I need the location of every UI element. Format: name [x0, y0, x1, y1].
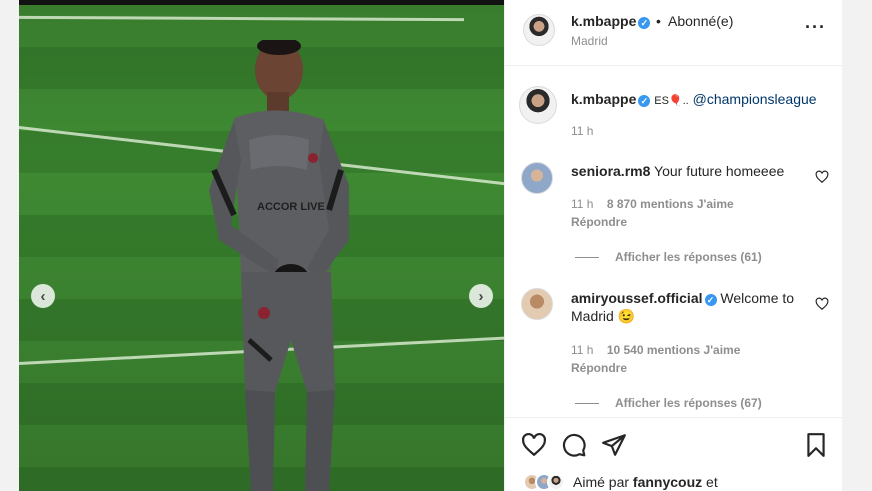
player-photo: ACCOR LIVE [209, 40, 349, 491]
post-header: k.mbappe ✓ • Abonné(e) Madrid ··· [505, 0, 842, 66]
view-replies-button[interactable]: Afficher les réponses (67) [575, 396, 762, 410]
comment-like-heart-icon[interactable] [815, 297, 829, 311]
separator-dot: • [656, 13, 661, 29]
previous-image-button[interactable]: ‹ [31, 284, 55, 308]
liker-avatar[interactable] [547, 473, 565, 491]
author-avatar[interactable] [523, 14, 555, 46]
comment-likes-count[interactable]: 8 870 mentions J'aime [607, 197, 734, 211]
comment-avatar[interactable] [521, 288, 553, 320]
caption-time: 11 h [571, 124, 594, 138]
comment-text: amiryoussef.official ✓ Welcome to Madrid … [571, 289, 811, 325]
comment-author[interactable]: seniora.rm8 [571, 163, 650, 179]
comment-text: seniora.rm8 Your future homeeee [571, 162, 811, 180]
follow-status-button[interactable]: Abonné(e) [668, 13, 733, 29]
replies-divider [575, 257, 599, 259]
verified-badge-icon: ✓ [704, 294, 717, 306]
view-replies-button[interactable]: Afficher les réponses (61) [575, 250, 762, 264]
comment-bubble-icon[interactable] [561, 432, 587, 458]
comment-author[interactable]: amiryoussef.official ✓ [571, 290, 717, 306]
comment-body: Your future homeeee [654, 163, 785, 179]
chevron-left-icon: ‹ [40, 287, 46, 305]
comment-meta: 11 h 10 540 mentions J'aime [571, 343, 740, 357]
verified-badge-icon: ✓ [638, 95, 651, 107]
caption-author-avatar[interactable] [519, 86, 557, 124]
next-image-button[interactable]: › [469, 284, 493, 308]
caption-text: k.mbappe ✓ ES🎈.. @championsleague [571, 90, 831, 110]
comment-likes-count[interactable]: 10 540 mentions J'aime [607, 343, 741, 357]
post-actions-bar: Aimé par fannycouz et [505, 417, 842, 491]
liked-by-user[interactable]: fannycouz [633, 474, 702, 490]
post-side-panel: k.mbappe ✓ • Abonné(e) Madrid ··· k.mbapp… [504, 0, 842, 491]
more-options-icon[interactable]: ··· [805, 17, 826, 38]
caption-emoji-text: ES🎈.. [654, 95, 689, 107]
liked-by-text: Aimé par fannycouz et [573, 474, 718, 490]
comments-list[interactable]: k.mbappe ✓ ES🎈.. @championsleague 11 h se… [505, 66, 842, 416]
save-bookmark-icon[interactable] [803, 432, 829, 458]
post-media[interactable]: ACCOR LIVE ‹ › [19, 0, 504, 491]
comment-meta: 11 h 8 870 mentions J'aime [571, 197, 734, 211]
caption-author[interactable]: k.mbappe ✓ [571, 91, 651, 107]
comment-time: 11 h [571, 343, 594, 357]
verified-badge-icon: ✓ [638, 17, 651, 29]
caption-mention-link[interactable]: @championsleague [693, 91, 817, 107]
author-username[interactable]: k.mbappe ✓ [571, 13, 651, 29]
post-location[interactable]: Madrid [571, 34, 608, 48]
page-background-right [842, 0, 872, 491]
comment-like-heart-icon[interactable] [815, 170, 829, 184]
liked-by-row: Aimé par fannycouz et [523, 472, 718, 491]
svg-text:ACCOR LIVE: ACCOR LIVE [257, 201, 325, 213]
like-heart-icon[interactable] [521, 432, 547, 458]
comment-avatar[interactable] [521, 162, 553, 194]
chevron-right-icon: › [478, 287, 484, 305]
share-paper-plane-icon[interactable] [601, 432, 627, 458]
post-modal: ACCOR LIVE ‹ › k.mbappe ✓ • Abonné(e) Mad… [19, 0, 842, 491]
replies-divider [575, 403, 599, 405]
reply-button[interactable]: Répondre [571, 215, 627, 229]
comment-time: 11 h [571, 197, 594, 211]
reply-button[interactable]: Répondre [571, 361, 627, 375]
